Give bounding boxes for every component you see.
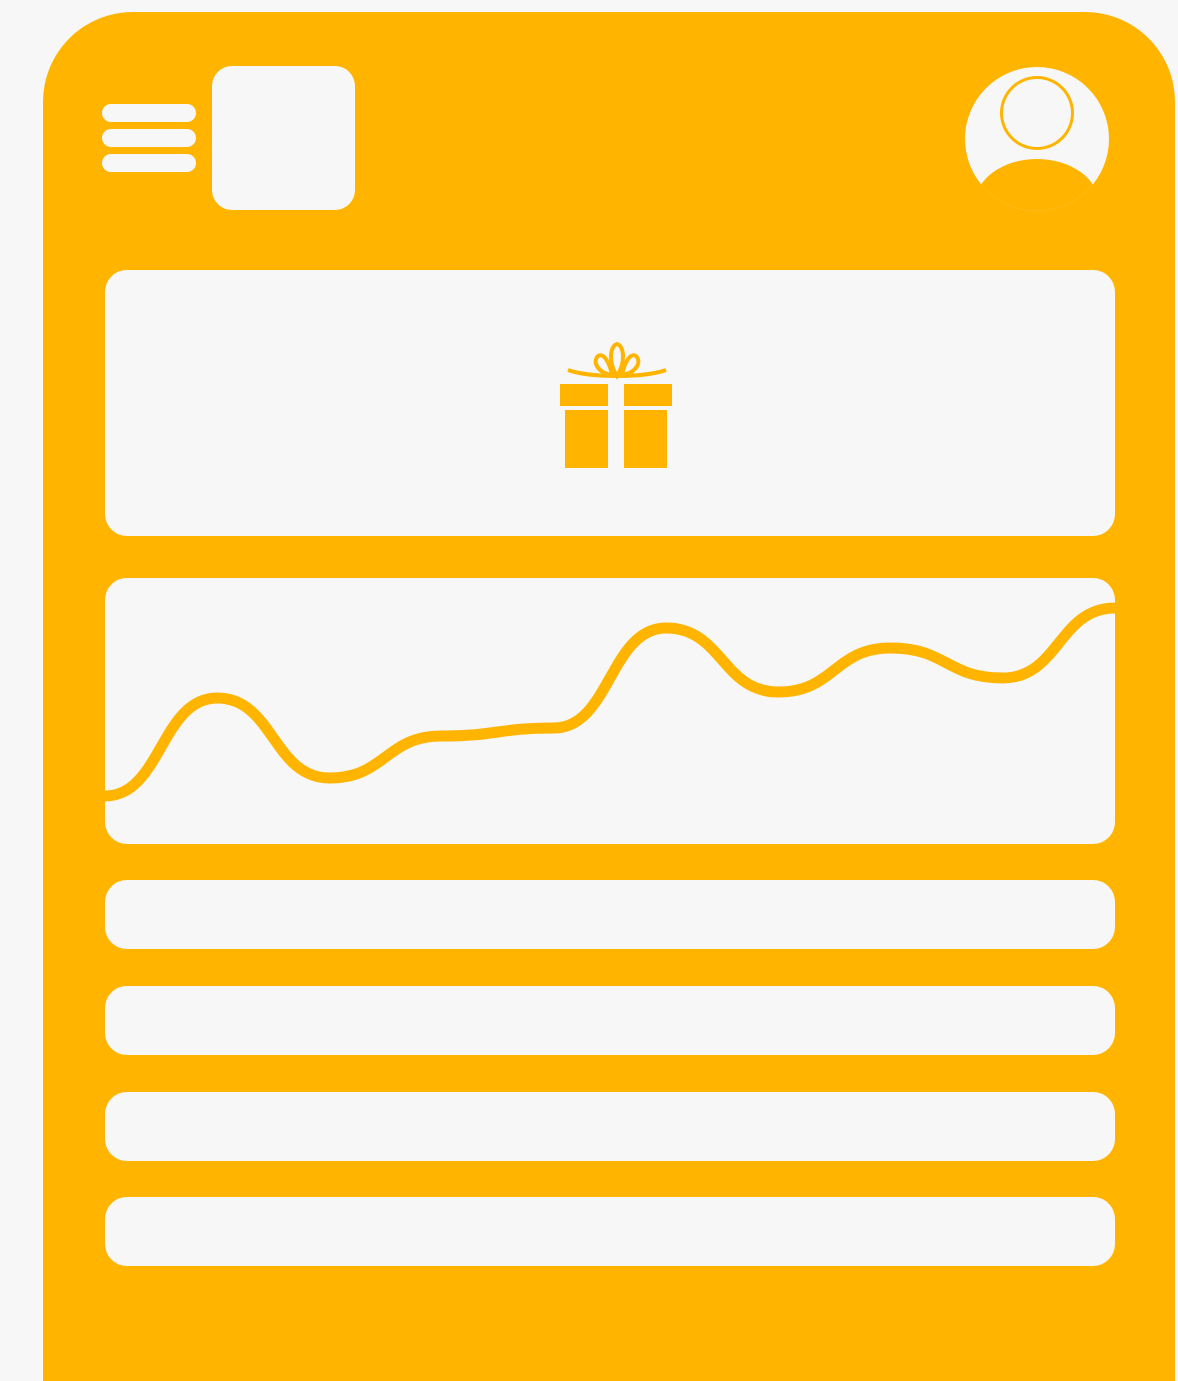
- list-item[interactable]: [105, 986, 1115, 1055]
- list-item[interactable]: [105, 1092, 1115, 1161]
- menu-bar: [102, 154, 196, 172]
- chart-series-line: [105, 602, 1115, 802]
- app-frame: [43, 12, 1175, 1381]
- menu-bar: [102, 129, 196, 147]
- logo-placeholder: [212, 66, 355, 210]
- user-avatar-icon[interactable]: [964, 66, 1110, 212]
- menu-bar: [102, 104, 196, 122]
- list-item[interactable]: [105, 880, 1115, 949]
- trend-chart: [105, 602, 1115, 802]
- trend-chart-card: [105, 578, 1115, 844]
- list-item[interactable]: [105, 1197, 1115, 1266]
- featured-banner-card[interactable]: [105, 270, 1115, 536]
- hamburger-menu-icon[interactable]: [102, 104, 196, 174]
- gift-icon: [560, 341, 672, 468]
